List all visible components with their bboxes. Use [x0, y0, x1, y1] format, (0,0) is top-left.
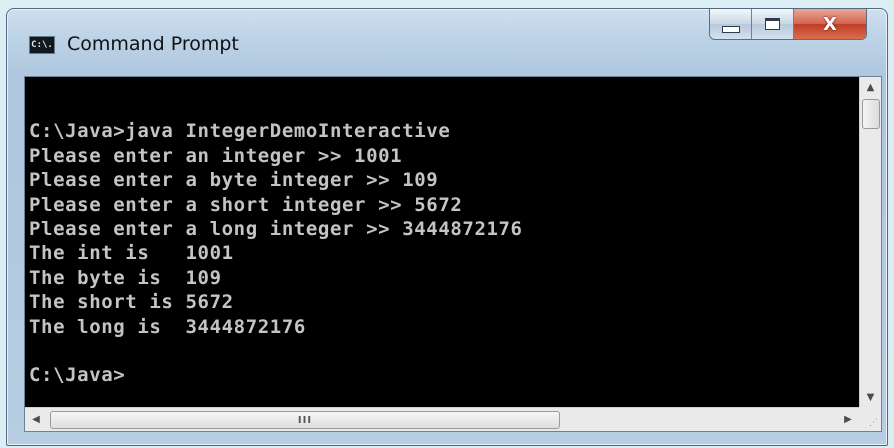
window-title: Command Prompt [67, 33, 239, 55]
scroll-grip-icon: III [297, 414, 313, 426]
close-icon: X [823, 13, 837, 35]
window-controls: X [709, 9, 867, 40]
console-line: Please enter a byte integer >> 109 [29, 169, 439, 192]
scroll-up-arrow-icon[interactable]: ▲ [860, 77, 881, 97]
console-line: Please enter a long integer >> 344487217… [29, 217, 523, 240]
console-prompt-line: C:\Java> [29, 364, 126, 387]
console-client-area: C:\Java>java IntegerDemoInteractive Plea… [24, 76, 882, 432]
scroll-right-arrow-icon[interactable]: ▶ [837, 408, 859, 431]
resize-grip-icon[interactable]: ⋰ [859, 407, 881, 431]
vertical-scrollbar[interactable]: ▲ ▼ [859, 77, 881, 407]
horizontal-scroll-thumb[interactable]: III [50, 411, 560, 429]
vertical-scroll-thumb[interactable] [862, 99, 880, 129]
console-line: The short is 5672 [29, 291, 234, 314]
minimize-button[interactable] [710, 9, 752, 39]
console-output[interactable]: C:\Java>java IntegerDemoInteractive Plea… [25, 77, 859, 407]
console-line: The int is 1001 [29, 242, 234, 265]
console-line: Please enter a short integer >> 5672 [29, 193, 463, 216]
scroll-left-arrow-icon[interactable]: ◀ [25, 408, 47, 431]
console-line: C:\Java>java IntegerDemoInteractive [29, 120, 451, 143]
console-line: The long is 3444872176 [29, 315, 306, 338]
command-prompt-icon[interactable]: C:\. [29, 36, 55, 54]
scroll-down-arrow-icon[interactable]: ▼ [860, 387, 881, 407]
maximize-icon [765, 18, 780, 30]
minimize-icon [721, 25, 740, 33]
horizontal-scrollbar[interactable]: ◀ III ▶ [25, 407, 859, 431]
maximize-button[interactable] [752, 9, 794, 39]
console-line: The byte is 109 [29, 266, 222, 289]
title-bar[interactable]: C:\. Command Prompt X [7, 9, 887, 75]
command-prompt-window: C:\. Command Prompt X C:\Java>java Integ… [6, 8, 888, 446]
close-button[interactable]: X [794, 9, 866, 39]
console-line: Please enter an integer >> 1001 [29, 144, 403, 167]
